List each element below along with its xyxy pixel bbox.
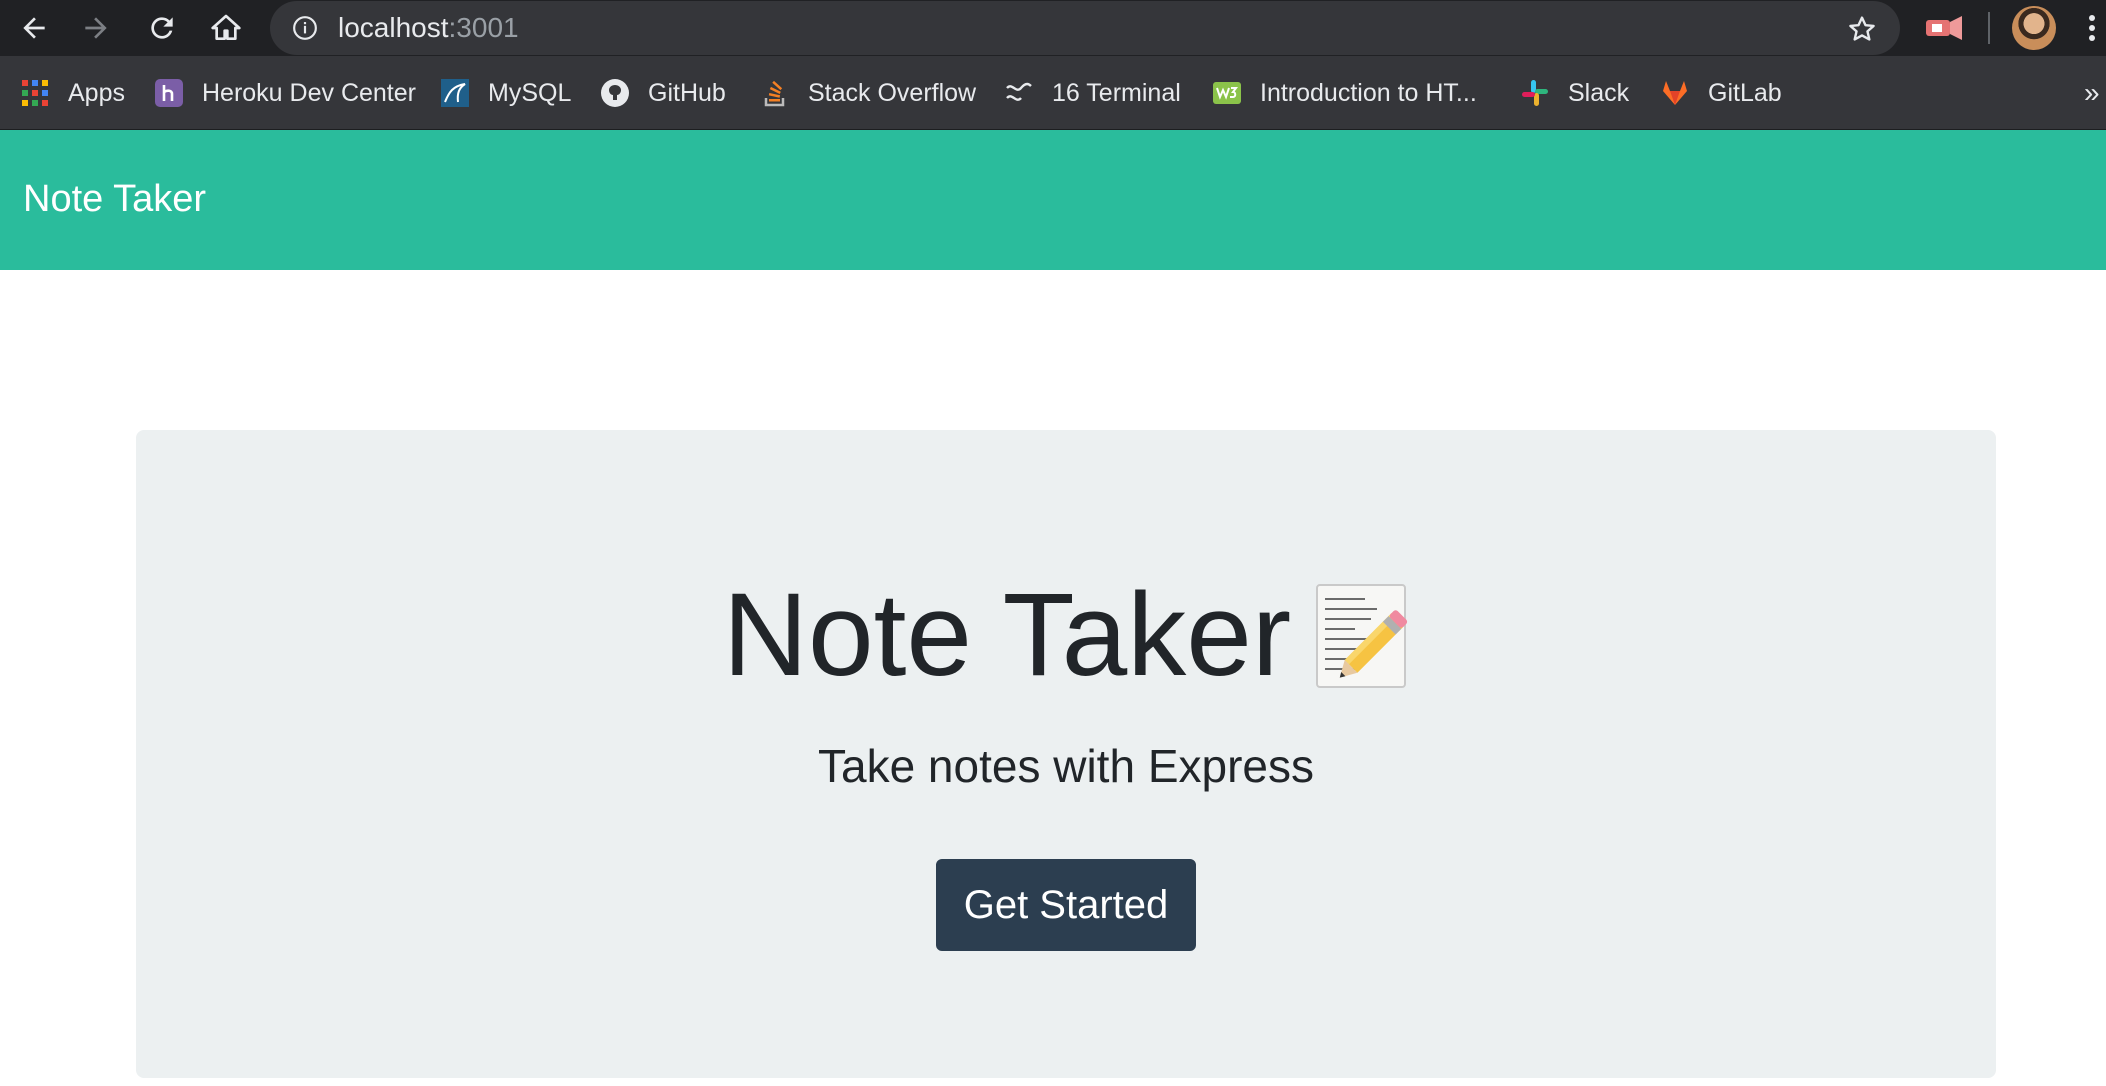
bookmarks-overflow-button[interactable]: » — [2084, 74, 2100, 112]
url-host: localhost — [338, 12, 449, 43]
profile-avatar[interactable] — [2012, 6, 2056, 50]
hero-title: Note Taker — [136, 565, 1996, 705]
bookmark-apps[interactable]: Apps — [20, 74, 125, 112]
hero-subtitle: Take notes with Express — [817, 740, 1314, 792]
bookmark-label: 16 Terminal — [1052, 78, 1181, 107]
bookmark-label: Stack Overflow — [808, 78, 977, 107]
bookmark-slack[interactable]: Slack — [1520, 74, 1629, 112]
info-icon[interactable] — [292, 15, 318, 41]
home-icon — [211, 14, 241, 40]
bookmark-label: Introduction to HT... — [1260, 78, 1477, 107]
kebab-menu-icon[interactable] — [2084, 12, 2100, 44]
mysql-icon — [441, 79, 469, 107]
address-bar[interactable]: localhost:3001 — [270, 1, 1900, 55]
stackoverflow-icon — [764, 80, 785, 107]
arrow-right-icon — [85, 17, 107, 39]
forward-button[interactable] — [76, 8, 116, 48]
browser-toolbar: localhost:3001 — [0, 0, 2106, 56]
apps-grid-icon — [22, 80, 48, 106]
navbar-brand[interactable]: Note Taker — [23, 175, 206, 223]
bookmark-label: GitLab — [1708, 78, 1782, 107]
w3schools-icon — [1213, 82, 1241, 104]
hero-title-text: Note Taker — [722, 569, 1292, 701]
home-button[interactable] — [206, 8, 246, 48]
toolbar-divider — [1988, 12, 1990, 44]
memo-pencil-icon — [1316, 583, 1408, 688]
gitlab-icon — [1663, 81, 1687, 105]
heroku-icon — [155, 79, 183, 107]
bookmark-heroku[interactable]: Heroku Dev Center — [154, 74, 416, 112]
bookmark-github[interactable]: GitHub — [600, 74, 726, 112]
bookmark-terminal[interactable]: 16 Terminal — [1004, 74, 1181, 112]
bookmark-label: Slack — [1568, 78, 1630, 107]
star-icon[interactable] — [1846, 13, 1878, 45]
bookmark-gitlab[interactable]: GitLab — [1660, 74, 1782, 112]
reload-button[interactable] — [142, 8, 182, 48]
bookmark-label: MySQL — [488, 78, 572, 107]
app-navbar: Note Taker — [0, 130, 2106, 270]
url-port: :3001 — [448, 12, 519, 43]
back-button[interactable] — [14, 8, 54, 48]
bookmark-label: Heroku Dev Center — [202, 78, 416, 107]
url-text[interactable]: localhost:3001 — [338, 13, 519, 43]
get-started-button[interactable]: Get Started — [936, 859, 1196, 951]
hero-panel: Note Taker Take notes with Express Get S… — [136, 430, 1996, 1078]
arrow-left-icon — [23, 17, 45, 39]
slack-icon — [1522, 80, 1548, 106]
bookmark-stackoverflow[interactable]: Stack Overflow — [760, 74, 976, 112]
terminal-icon — [1006, 82, 1032, 101]
bookmark-mysql[interactable]: MySQL — [440, 74, 571, 112]
bookmark-introduction[interactable]: Introduction to HT... — [1212, 74, 1477, 112]
bookmarks-bar: Apps Heroku Dev Center MySQL GitHub Stac… — [0, 56, 2106, 130]
reload-icon — [151, 17, 173, 39]
bookmark-label: GitHub — [648, 78, 726, 107]
bookmark-label: Apps — [68, 78, 125, 107]
extension-icon[interactable] — [1924, 12, 1964, 44]
github-icon — [601, 79, 629, 107]
